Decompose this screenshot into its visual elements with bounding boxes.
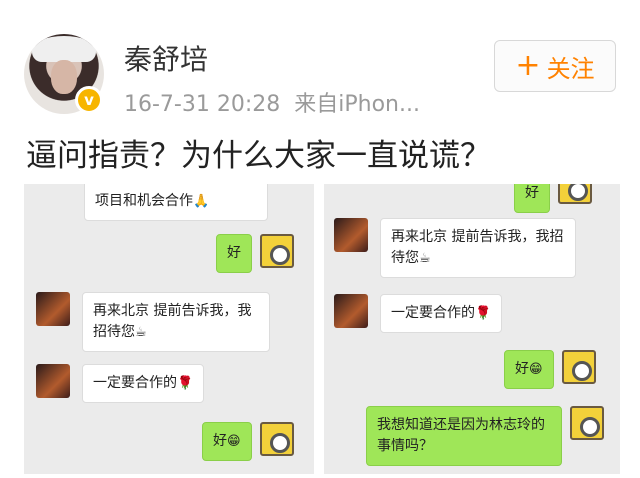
chat-message: 项目和机会合作🙏 xyxy=(84,184,268,221)
chat-message: 好😁 xyxy=(202,422,294,461)
other-avatar xyxy=(334,218,368,252)
message-text: 项目和机会合作 xyxy=(95,193,193,209)
chat-bubble: 一定要合作的🌹 xyxy=(380,294,503,333)
verified-badge-icon: v xyxy=(75,86,103,114)
pray-emoji-icon: 🙏 xyxy=(193,194,210,209)
coffee-emoji-icon: ☕ xyxy=(135,325,147,340)
chat-bubble: 好 xyxy=(216,234,252,273)
message-text: 一定要合作的 xyxy=(93,375,177,391)
chat-bubble: 项目和机会合作🙏 xyxy=(84,184,268,221)
chat-message: 一定要合作的🌹 xyxy=(334,294,503,333)
other-avatar xyxy=(36,364,70,398)
post-title: 逼问指责？为什么大家一直说谎？ xyxy=(26,138,491,174)
other-avatar xyxy=(334,294,368,328)
chat-message: 再来北京 提前告诉我，我招待您☕ xyxy=(36,292,270,352)
self-avatar xyxy=(260,234,294,268)
chat-screenshot-left[interactable]: 项目和机会合作🙏 好 再来北京 提前告诉我，我招待您☕ 一定要合作的🌹 好😁 xyxy=(24,184,314,474)
rose-emoji-icon: 🌹 xyxy=(475,306,492,321)
chat-message: 好😁 xyxy=(504,350,596,389)
source-label: 来自iPhon... xyxy=(294,92,420,117)
message-text: 我想知道还是因为林志玲的事情吗？ xyxy=(377,417,545,454)
message-text: 好 xyxy=(525,185,539,201)
self-avatar xyxy=(259,422,294,456)
post-header: v 秦舒培 16-7-31 20:28 来自iPhon... + 关注 xyxy=(0,0,640,120)
chat-screenshot-right[interactable]: 好 再来北京 提前告诉我，我招待您☕ 一定要合作的🌹 好😁 我想知道还是因为林志… xyxy=(324,184,620,474)
chat-bubble: 好😁 xyxy=(504,350,554,389)
rose-emoji-icon: 🌹 xyxy=(177,376,194,391)
plus-icon: + xyxy=(515,48,541,83)
chat-bubble: 再来北京 提前告诉我，我招待您☕ xyxy=(82,292,270,352)
self-avatar xyxy=(561,350,596,384)
username[interactable]: 秦舒培 xyxy=(124,38,208,78)
chat-bubble: 一定要合作的🌹 xyxy=(82,364,205,403)
hat-shape xyxy=(32,36,96,62)
message-text: 一定要合作的 xyxy=(391,305,475,321)
chat-message: 一定要合作的🌹 xyxy=(36,364,205,403)
message-text: 好 xyxy=(515,361,529,377)
follow-label: 关注 xyxy=(546,54,595,83)
follow-button[interactable]: + 关注 xyxy=(494,40,616,92)
face-shape xyxy=(51,60,77,94)
chat-bubble: 好 xyxy=(514,184,550,213)
message-text: 再来北京 提前告诉我，我招待您 xyxy=(93,303,252,340)
chat-message: 好 xyxy=(216,234,294,273)
post-meta: 16-7-31 20:28 来自iPhon... xyxy=(124,86,420,118)
message-text: 好 xyxy=(227,245,241,261)
grin-emoji-icon: 😁 xyxy=(529,362,543,377)
self-avatar xyxy=(570,406,604,440)
timestamp: 16-7-31 20:28 xyxy=(124,92,281,117)
chat-message: 我想知道还是因为林志玲的事情吗？ xyxy=(366,406,604,466)
chat-bubble: 好😁 xyxy=(202,422,252,461)
self-avatar xyxy=(558,184,592,204)
chat-message: 再来北京 提前告诉我，我招待您☕ xyxy=(334,218,576,278)
chat-message: 好 xyxy=(514,184,592,213)
chat-bubble: 再来北京 提前告诉我，我招待您☕ xyxy=(380,218,576,278)
other-avatar xyxy=(36,292,70,326)
grin-emoji-icon: 😁 xyxy=(227,434,241,449)
chat-bubble: 我想知道还是因为林志玲的事情吗？ xyxy=(366,406,562,466)
message-text: 再来北京 提前告诉我，我招待您 xyxy=(391,229,564,266)
message-text: 好 xyxy=(213,433,227,449)
coffee-emoji-icon: ☕ xyxy=(419,251,431,266)
